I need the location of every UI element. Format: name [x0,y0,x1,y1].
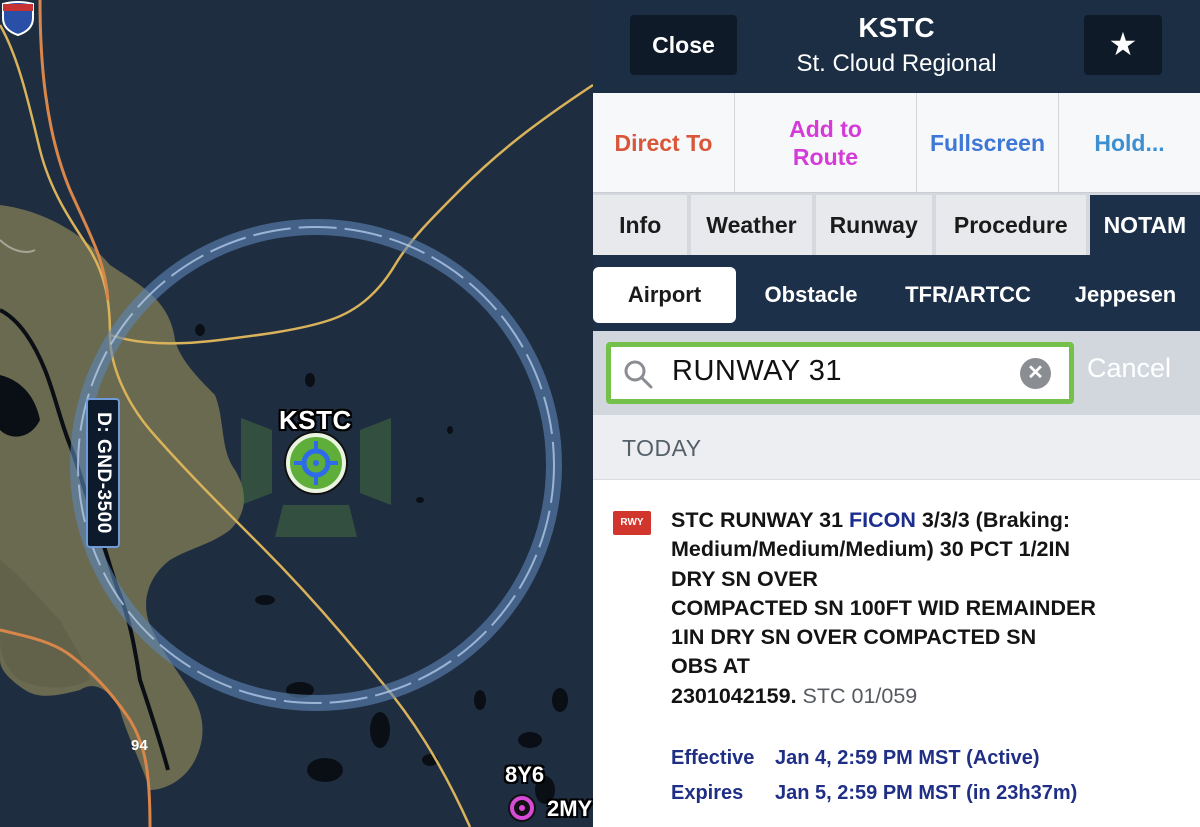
tab-notam[interactable]: NOTAM [1089,195,1200,255]
waypoint-label-8y6[interactable]: 8Y6 [505,762,544,788]
expires-value: Jan 5, 2:59 PM MST (in 23h37m) [775,782,1078,805]
search-bar: RUNWAY 31 ✕ Cancel [593,331,1200,415]
hold-button[interactable]: Hold... [1059,93,1200,192]
road [109,83,593,345]
action-bar: Direct To Add to Route Fullscreen Hold..… [593,93,1200,193]
subtab-obstacle[interactable]: Obstacle [746,267,876,323]
search-input[interactable]: RUNWAY 31 ✕ [606,342,1074,404]
cancel-search-button[interactable]: Cancel [1087,353,1171,384]
close-button[interactable]: Close [630,15,737,75]
tab-info[interactable]: Info [593,195,688,255]
interstate-shield-icon [1,1,34,36]
runway-badge-icon: RWY [613,511,651,535]
ficon-link[interactable]: FICON [849,508,916,532]
effective-value: Jan 4, 2:59 PM MST (Active) [775,747,1040,770]
notam-text: STC RUNWAY 31 FICON 3/3/3 (Braking: Medi… [671,506,1176,711]
land-area [0,205,245,790]
search-icon [624,360,653,389]
notam-item[interactable]: RWY STC RUNWAY 31 FICON 3/3/3 (Braking: … [593,480,1200,811]
effective-label: Effective [671,747,755,770]
airspace-altitude-tag: D: GND-3500 [76,398,120,548]
airport-info-panel: Close KSTC St. Cloud Regional ★ Direct T… [593,0,1200,827]
tab-bar: Info Weather Runway Procedure NOTAM [593,193,1200,255]
fullscreen-button[interactable]: Fullscreen [917,93,1059,192]
notam-line-6: OBS AT [671,654,750,679]
clear-search-icon[interactable]: ✕ [1020,358,1051,389]
interstate-number: 94 [131,737,148,754]
subtab-tfr-artcc[interactable]: TFR/ARTCC [888,267,1048,323]
waypoint-label-2my[interactable]: 2MY [547,796,592,822]
tab-runway[interactable]: Runway [815,195,932,255]
section-header-today: TODAY [593,415,1200,480]
tab-weather[interactable]: Weather [691,195,812,255]
tab-procedure[interactable]: Procedure [935,195,1086,255]
notam-line-2: Medium/Medium/Medium) 30 PCT 1/2IN [671,537,1070,562]
subtab-airport[interactable]: Airport [593,267,736,323]
notam-line-4: COMPACTED SN 100FT WID REMAINDER [671,595,1096,620]
notam-dates: Effective Jan 4, 2:59 PM MST (Active) Exp… [671,741,1176,811]
notam-prefix: STC RUNWAY 31 [671,508,850,532]
waypoint-2my-icon[interactable] [508,794,536,822]
airspace-altitude-label: D: GND-3500 [86,398,120,548]
notam-line-5: 1IN DRY SN OVER COMPACTED SN [671,625,1037,650]
search-query-text[interactable]: RUNWAY 31 [672,355,842,388]
moving-map[interactable]: KSTC D: GND-3500 94 8Y6 2MY [0,0,593,827]
airport-symbol[interactable] [284,431,348,495]
subtab-jeppesen[interactable]: Jeppesen [1058,267,1193,323]
notam-line-7: 2301042159. [671,683,797,708]
notam-line-3: DRY SN OVER [671,566,818,591]
panel-header: Close KSTC St. Cloud Regional ★ [593,0,1200,93]
notam-reference: STC 01/059 [796,683,918,708]
airport-identifier: KSTC [858,12,935,43]
favorite-star-icon[interactable]: ★ [1084,15,1162,75]
add-to-route-button[interactable]: Add to Route [735,93,917,192]
airport-label[interactable]: KSTC [279,405,352,436]
notam-subtab-bar: Airport Obstacle TFR/ARTCC Jeppesen [593,255,1200,331]
expires-label: Expires [671,782,744,805]
airport-name: St. Cloud Regional [796,50,997,77]
direct-to-button[interactable]: Direct To [593,93,735,192]
notam-line-1: 3/3/3 (Braking: [915,508,1071,532]
